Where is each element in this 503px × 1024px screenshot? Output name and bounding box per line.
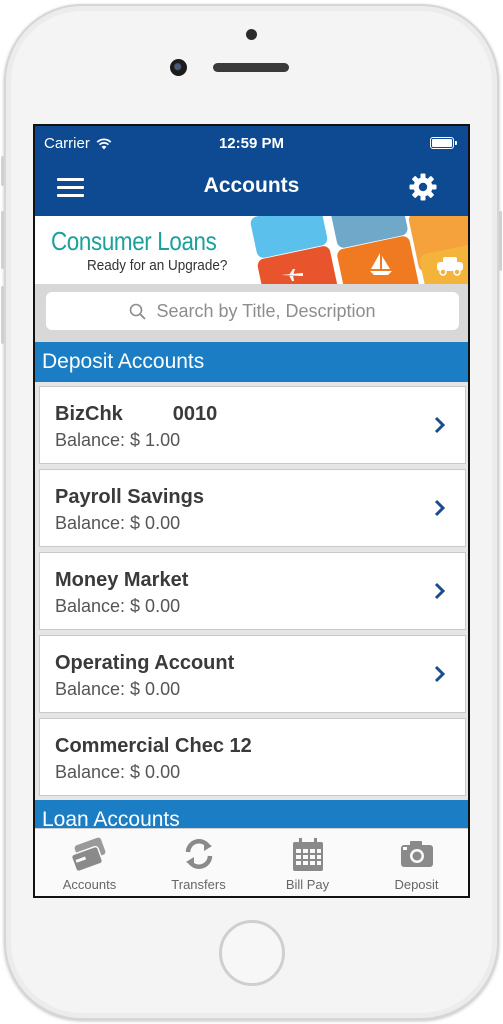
tab-accounts[interactable]: Accounts <box>35 829 144 896</box>
account-name: BizChk 0010 <box>55 403 218 425</box>
app-screen: Carrier 12:59 PM Accounts Consumer Loans… <box>33 124 470 898</box>
account-name: Operating Account <box>55 652 235 674</box>
chevron-right-icon <box>434 416 446 434</box>
chevron-right-icon <box>434 499 446 517</box>
airplane-icon <box>281 269 303 281</box>
chevron-right-icon <box>434 665 446 683</box>
refresh-icon <box>185 839 212 869</box>
navigation-bar: Carrier 12:59 PM Accounts <box>35 126 468 216</box>
tab-bill-pay[interactable]: Bill Pay <box>253 829 362 896</box>
account-name: Commercial Chec 12 <box>55 735 252 757</box>
account-row[interactable]: Operating Account Balance: $ 0.00 <box>39 635 466 713</box>
front-camera <box>170 59 187 76</box>
account-row[interactable]: Money Market Balance: $ 0.00 <box>39 552 466 630</box>
status-bar: Carrier 12:59 PM <box>35 126 468 160</box>
page-title: Accounts <box>203 174 300 197</box>
settings-gear-icon[interactable] <box>408 172 438 202</box>
account-balance: Balance: $ 0.00 <box>55 762 181 782</box>
account-balance: Balance: $ 1.00 <box>55 430 181 450</box>
section-header-deposit: Deposit Accounts <box>35 342 468 382</box>
account-row[interactable]: BizChk 0010 Balance: $ 1.00 <box>39 386 466 464</box>
banner-subline: Ready for an Upgrade? <box>87 257 228 274</box>
account-name: Money Market <box>55 569 189 591</box>
battery-icon <box>430 137 457 149</box>
tab-label: Accounts <box>62 877 117 892</box>
search-placeholder: Search by Title, Description <box>156 300 376 321</box>
tab-label: Bill Pay <box>285 877 330 892</box>
tab-label: Deposit <box>394 877 439 892</box>
search-input[interactable]: Search by Title, Description <box>46 292 459 330</box>
camera-icon <box>400 841 433 867</box>
power-button <box>499 211 502 271</box>
tab-deposit[interactable]: Deposit <box>362 829 468 896</box>
account-balance: Balance: $ 0.00 <box>55 596 181 616</box>
volume-up-button <box>1 211 4 269</box>
search-icon <box>130 303 147 320</box>
sailboat-icon <box>370 253 392 275</box>
promo-banner[interactable]: Consumer Loans Ready for an Upgrade? <box>35 216 468 284</box>
cards-icon <box>70 837 105 873</box>
account-row[interactable]: Payroll Savings Balance: $ 0.00 <box>39 469 466 547</box>
account-name: Payroll Savings <box>55 486 204 508</box>
tab-label: Transfers <box>171 877 226 892</box>
car-icon <box>437 257 463 276</box>
account-balance: Balance: $ 0.00 <box>55 513 181 533</box>
earpiece-speaker <box>213 63 289 72</box>
volume-down-button <box>1 286 4 344</box>
search-bar: Search by Title, Description <box>35 284 468 342</box>
banner-headline: Consumer Loans <box>51 226 217 256</box>
mute-switch <box>1 156 4 186</box>
chevron-right-icon <box>434 582 446 600</box>
home-button[interactable] <box>219 920 285 986</box>
tab-transfers[interactable]: Transfers <box>144 829 253 896</box>
tab-bar: Accounts Transfers Bill Pay Deposit <box>35 828 468 896</box>
account-row[interactable]: Commercial Chec 12 Balance: $ 0.00 <box>39 718 466 796</box>
calendar-icon <box>292 838 323 871</box>
account-balance: Balance: $ 0.00 <box>55 679 181 699</box>
proximity-sensor <box>246 29 257 40</box>
clock: 12:59 PM <box>218 135 285 152</box>
